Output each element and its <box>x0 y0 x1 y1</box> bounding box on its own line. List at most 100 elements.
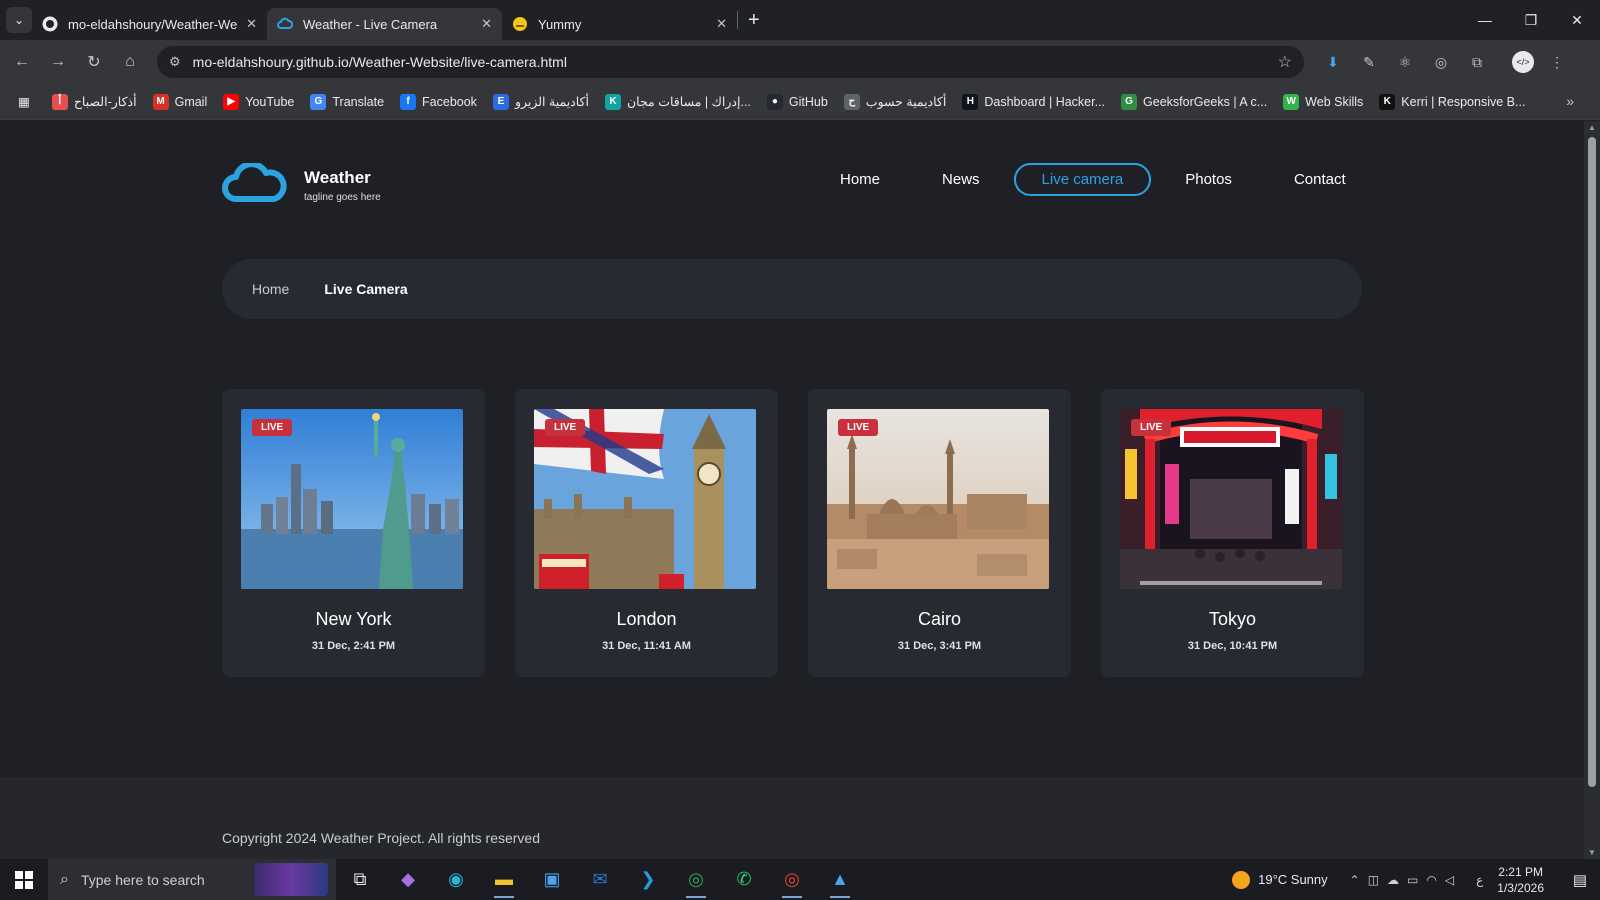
volume-icon[interactable]: ◁ <box>1445 873 1454 887</box>
bookmark-item[interactable]: G GeeksforGeeks | A c... <box>1113 88 1275 116</box>
bookmark-item[interactable]: K Kerri | Responsive B... <box>1371 88 1533 116</box>
apps-grid-icon[interactable]: ▦ <box>10 88 44 116</box>
photos-app-icon[interactable]: ▲ <box>816 859 864 900</box>
bookmark-star-icon[interactable]: ☆ <box>1278 52 1292 72</box>
close-icon[interactable]: ✕ <box>481 16 492 32</box>
copilot-icon[interactable]: ◆ <box>384 859 432 900</box>
camera-image-cairo[interactable]: LIVE <box>827 409 1049 589</box>
tab-live-camera[interactable]: Weather - Live Camera ✕ <box>267 8 502 40</box>
battery-icon[interactable]: ▭ <box>1407 873 1418 887</box>
edge-icon[interactable]: ◉ <box>432 859 480 900</box>
camera-city: Tokyo <box>1208 609 1257 629</box>
tab-search-button[interactable]: ⌄ <box>6 7 32 33</box>
close-icon[interactable]: ✕ <box>246 16 257 32</box>
microsoft-store-icon[interactable]: ▣ <box>528 859 576 900</box>
react-devtools-icon[interactable]: ⚛ <box>1392 49 1418 75</box>
site-footer: Copyright 2024 Weather Project. All righ… <box>0 777 1584 859</box>
nav-live-camera[interactable]: Live camera <box>1013 163 1152 196</box>
translate-icon: G <box>310 93 327 110</box>
close-window-icon[interactable]: ✕ <box>1554 0 1600 40</box>
site-logo[interactable]: Weather tagline goes here <box>222 161 381 208</box>
home-icon[interactable]: ⌂ <box>112 44 148 80</box>
bookmark-item[interactable]: ▶ YouTube <box>215 88 302 116</box>
vscode-icon[interactable]: ❯ <box>624 859 672 900</box>
camera-image-london[interactable]: LIVE <box>534 409 756 589</box>
chrome-profile-icon[interactable]: ◎ <box>768 859 816 900</box>
task-view-icon[interactable]: ⧉ <box>336 859 384 900</box>
new-tab-icon[interactable]: + <box>748 9 760 32</box>
bookmark-item[interactable]: M Gmail <box>145 88 216 116</box>
tab-github[interactable]: mo-eldahshoury/Weather-Web ✕ <box>32 8 267 40</box>
bookmark-item[interactable]: W Web Skills <box>1275 88 1371 116</box>
minimize-icon[interactable]: — <box>1462 0 1508 40</box>
bookmark-label: أذكار-الصباح <box>73 95 137 109</box>
breadcrumb: Home Live Camera <box>222 259 1362 319</box>
close-icon[interactable]: ✕ <box>716 16 727 32</box>
site-info-icon[interactable]: ⚙ <box>169 54 181 70</box>
scroll-down-icon[interactable]: ▼ <box>1588 848 1596 857</box>
bookmark-item[interactable]: ح أكاديمية حسوب <box>836 88 955 116</box>
page-scrollbar[interactable]: ▲ ▼ <box>1584 121 1600 859</box>
camera-card-tokyo[interactable]: LIVE Tokyo 31 Dec, 10:41 PM <box>1101 389 1364 677</box>
notification-icon[interactable]: ▤ <box>1560 871 1600 889</box>
nav-news[interactable]: News <box>914 163 1008 196</box>
tab-title: Weather - Live Camera <box>303 16 438 32</box>
meet-now-icon[interactable]: ◫ <box>1368 873 1379 887</box>
camera-card-cairo[interactable]: LIVE Cairo 31 Dec, 3:41 PM <box>808 389 1071 677</box>
profile-avatar[interactable]: </> <box>1512 51 1534 73</box>
bookmark-item[interactable]: G Translate <box>302 88 392 116</box>
onedrive-icon[interactable]: ☁ <box>1387 873 1399 887</box>
wifi-icon[interactable]: ◠ <box>1426 873 1436 887</box>
address-bar[interactable]: ⚙ mo-eldahshoury.github.io/Weather-Websi… <box>157 46 1304 78</box>
camera-card-new-york[interactable]: LIVE New York 31 Dec, 2:41 PM <box>222 389 485 677</box>
back-icon[interactable]: ← <box>4 44 40 80</box>
camera-image-new-york[interactable]: LIVE <box>241 409 463 589</box>
nav-home[interactable]: Home <box>812 163 908 196</box>
clock-date: 1/3/2026 <box>1497 880 1544 895</box>
bookmark-label: GitHub <box>788 94 828 109</box>
nav-contact[interactable]: Contact <box>1266 163 1374 196</box>
forward-icon[interactable]: → <box>40 44 76 80</box>
menu-dots-icon[interactable]: ⋮ <box>1544 49 1570 75</box>
bookmark-item[interactable]: أ أذكار-الصباح <box>44 88 145 116</box>
scrollbar-thumb[interactable] <box>1588 137 1596 787</box>
eyedropper-icon[interactable]: ✎ <box>1356 49 1382 75</box>
camera-city: New York <box>315 609 392 629</box>
bookmark-label: GeeksforGeeks | A c... <box>1143 94 1268 109</box>
breadcrumb-home[interactable]: Home <box>252 281 289 297</box>
main-nav: Home News Live camera Photos Contact <box>812 163 1374 196</box>
download-icon[interactable]: ⬇ <box>1320 49 1346 75</box>
more-bookmarks-icon[interactable]: » <box>1566 93 1574 109</box>
bookmark-label: Dashboard | Hacker... <box>984 94 1106 109</box>
bookmark-item[interactable]: ● GitHub <box>759 88 836 116</box>
live-badge: LIVE <box>838 419 879 436</box>
bookmark-item[interactable]: E أكاديمية الزيرو <box>485 88 597 116</box>
chevron-up-icon[interactable]: ⌃ <box>1350 873 1360 887</box>
extensions-puzzle-icon[interactable]: ⧉ <box>1464 49 1490 75</box>
file-explorer-icon[interactable]: ▬ <box>480 859 528 900</box>
system-tray: 19°C Sunny ⌃ ◫ ☁ ▭ ◠ ◁ ع 2:21 PM 1/3/202… <box>1232 859 1600 900</box>
whatsapp-icon[interactable]: ✆ <box>720 859 768 900</box>
nav-photos[interactable]: Photos <box>1157 163 1260 196</box>
scroll-up-icon[interactable]: ▲ <box>1588 123 1596 132</box>
camera-grid: LIVE New York 31 Dec, 2:41 PM LIVE Londo… <box>222 389 1364 677</box>
chrome-icon[interactable]: ◎ <box>672 859 720 900</box>
weather-text: 19°C Sunny <box>1258 872 1328 887</box>
windows-start-icon[interactable] <box>0 859 48 900</box>
bookmarks-bar: ▦ أ أذكار-الصباح M Gmail ▶ YouTube G Transla… <box>0 84 1600 120</box>
camera-image-tokyo[interactable]: LIVE <box>1120 409 1342 589</box>
bookmark-item[interactable]: f Facebook <box>392 88 485 116</box>
url-text[interactable]: mo-eldahshoury.github.io/Weather-Website… <box>193 54 1278 70</box>
weather-widget[interactable]: 19°C Sunny <box>1232 870 1328 889</box>
system-clock[interactable]: 2:21 PM 1/3/2026 <box>1497 864 1544 896</box>
record-icon[interactable]: ◎ <box>1428 49 1454 75</box>
language-indicator[interactable]: ع <box>1476 873 1483 887</box>
camera-card-london[interactable]: LIVE London 31 Dec, 11:41 AM <box>515 389 778 677</box>
tab-yummy[interactable]: Yummy ✕ <box>502 8 737 40</box>
bookmark-item[interactable]: H Dashboard | Hacker... <box>954 88 1113 116</box>
taskbar-search[interactable]: ⌕ Type here to search <box>48 859 336 900</box>
bookmark-item[interactable]: K إدراك | مساقات مجان... <box>597 88 759 116</box>
outlook-icon[interactable]: ✉ <box>576 859 624 900</box>
reload-icon[interactable]: ↻ <box>76 44 112 80</box>
restore-icon[interactable]: ❐ <box>1508 0 1554 40</box>
